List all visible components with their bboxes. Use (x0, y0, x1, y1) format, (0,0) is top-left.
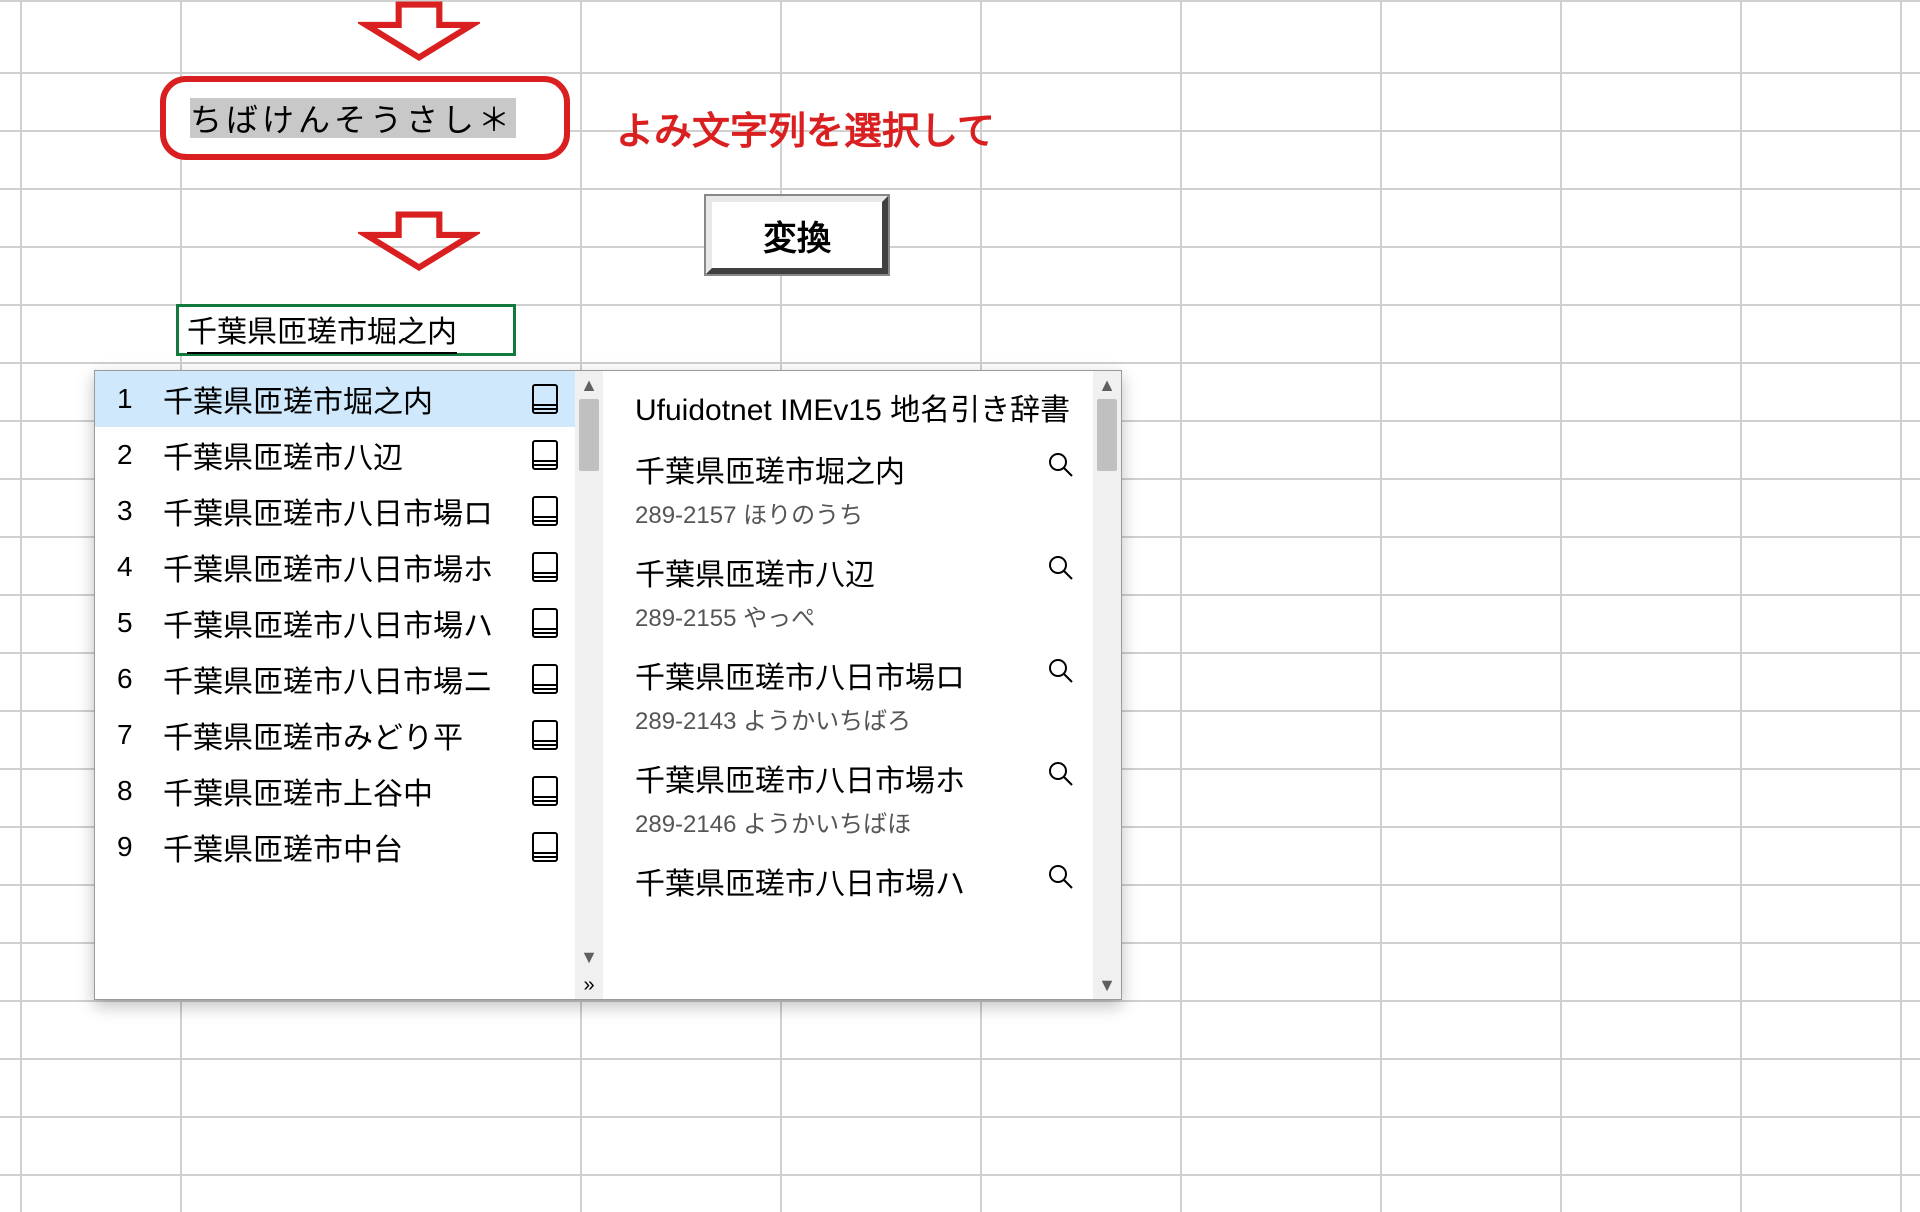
dictionary-entry[interactable]: 千葉県匝瑳市八日市場ホ 289-2146 ようかいちばほ (635, 756, 1075, 839)
scroll-up-icon[interactable]: ▲ (1093, 371, 1121, 399)
dictionary-icon (527, 381, 563, 417)
candidate-item[interactable]: 7千葉県匝瑳市みどり平 (95, 707, 575, 763)
candidate-number: 2 (117, 439, 163, 471)
candidate-item[interactable]: 6千葉県匝瑳市八日市場ニ (95, 651, 575, 707)
indicator-arrow-bottom (358, 210, 480, 272)
candidate-number: 4 (117, 551, 163, 583)
candidate-number: 5 (117, 607, 163, 639)
ime-input-text[interactable]: ちばけんそうさし＊ (190, 98, 516, 138)
candidate-list: 1千葉県匝瑳市堀之内2千葉県匝瑳市八辺3千葉県匝瑳市八日市場ロ4千葉県匝瑳市八日… (95, 371, 575, 999)
candidate-number: 8 (117, 775, 163, 807)
expand-icon[interactable]: » (575, 971, 603, 999)
convert-button-label: 変換 (763, 211, 831, 260)
dictionary-entry-name: 千葉県匝瑳市八日市場ロ (635, 653, 1075, 697)
dictionary-icon (527, 549, 563, 585)
dictionary-icon (527, 605, 563, 641)
ime-candidate-panel: 1千葉県匝瑳市堀之内2千葉県匝瑳市八辺3千葉県匝瑳市八日市場ロ4千葉県匝瑳市八日… (94, 370, 1122, 1000)
candidate-text: 千葉県匝瑳市上谷中 (163, 769, 527, 813)
scroll-thumb[interactable] (1097, 399, 1117, 471)
scroll-track[interactable] (575, 399, 603, 943)
candidate-number: 1 (117, 383, 163, 415)
candidate-item[interactable]: 9千葉県匝瑳市中台 (95, 819, 575, 875)
scroll-down-icon[interactable]: ▼ (1093, 971, 1121, 999)
scroll-track[interactable] (1093, 399, 1121, 971)
candidate-number: 9 (117, 831, 163, 863)
dictionary-entry[interactable]: 千葉県匝瑳市堀之内 289-2157 ほりのうち (635, 447, 1075, 530)
dictionary-entry-name: 千葉県匝瑳市八日市場ホ (635, 756, 1075, 800)
active-cell[interactable]: 千葉県匝瑳市堀之内 (176, 304, 516, 356)
dictionary-entry-name: 千葉県匝瑳市八辺 (635, 550, 1075, 594)
candidate-item[interactable]: 4千葉県匝瑳市八日市場ホ (95, 539, 575, 595)
dictionary-icon (527, 773, 563, 809)
candidate-item[interactable]: 2千葉県匝瑳市八辺 (95, 427, 575, 483)
dictionary-detail-pane: Ufuidotnet IMEv15 地名引き辞書千葉県匝瑳市堀之内 289-215… (603, 371, 1121, 999)
search-icon[interactable] (1047, 863, 1075, 899)
candidate-item[interactable]: 3千葉県匝瑳市八日市場ロ (95, 483, 575, 539)
candidate-number: 3 (117, 495, 163, 527)
dictionary-entry-sub: 289-2146 ようかいちばほ (635, 804, 1075, 839)
candidate-text: 千葉県匝瑳市八日市場ホ (163, 545, 527, 589)
convert-button[interactable]: 変換 (706, 196, 888, 274)
active-cell-text: 千葉県匝瑳市堀之内 (187, 307, 457, 354)
candidate-text: 千葉県匝瑳市八日市場ロ (163, 489, 527, 533)
dictionary-icon (527, 437, 563, 473)
dictionary-entry-sub: 289-2143 ようかいちばろ (635, 701, 1075, 736)
dictionary-icon (527, 829, 563, 865)
dictionary-entry-name: 千葉県匝瑳市堀之内 (635, 447, 1075, 491)
candidate-text: 千葉県匝瑳市みどり平 (163, 713, 527, 757)
candidate-text: 千葉県匝瑳市八日市場ハ (163, 601, 527, 645)
search-icon[interactable] (1047, 760, 1075, 796)
candidate-text: 千葉県匝瑳市八日市場ニ (163, 657, 527, 701)
dictionary-entry-name: 千葉県匝瑳市八日市場ハ (635, 859, 1075, 903)
candidate-number: 7 (117, 719, 163, 751)
dictionary-entry[interactable]: 千葉県匝瑳市八辺 289-2155 やっぺ (635, 550, 1075, 633)
scroll-up-icon[interactable]: ▲ (575, 371, 603, 399)
helper-text: よみ文字列を選択して (616, 100, 995, 155)
detail-scrollbar[interactable]: ▲ ▼ (1093, 371, 1121, 999)
candidate-text: 千葉県匝瑳市堀之内 (163, 377, 527, 421)
candidate-number: 6 (117, 663, 163, 695)
dictionary-icon (527, 717, 563, 753)
ime-input-value: ちばけんそうさし＊ (190, 95, 514, 141)
search-icon[interactable] (1047, 554, 1075, 590)
scroll-thumb[interactable] (579, 399, 599, 471)
input-callout-box: ちばけんそうさし＊ (160, 76, 570, 160)
dictionary-entry-sub: 289-2155 やっぺ (635, 598, 1075, 633)
candidate-item[interactable]: 8千葉県匝瑳市上谷中 (95, 763, 575, 819)
candidate-item[interactable]: 5千葉県匝瑳市八日市場ハ (95, 595, 575, 651)
dictionary-title: Ufuidotnet IMEv15 地名引き辞書 (635, 385, 1075, 429)
candidate-text: 千葉県匝瑳市中台 (163, 825, 527, 869)
candidate-item[interactable]: 1千葉県匝瑳市堀之内 (95, 371, 575, 427)
dictionary-icon (527, 493, 563, 529)
indicator-arrow-top (358, 0, 480, 62)
dictionary-entry-sub: 289-2157 ほりのうち (635, 495, 1075, 530)
scroll-down-icon[interactable]: ▼ (575, 943, 603, 971)
dictionary-entry[interactable]: 千葉県匝瑳市八日市場ロ 289-2143 ようかいちばろ (635, 653, 1075, 736)
dictionary-icon (527, 661, 563, 697)
candidate-text: 千葉県匝瑳市八辺 (163, 433, 527, 477)
search-icon[interactable] (1047, 451, 1075, 487)
dictionary-entry[interactable]: 千葉県匝瑳市八日市場ハ (635, 859, 1075, 903)
search-icon[interactable] (1047, 657, 1075, 693)
candidate-scrollbar[interactable]: ▲ ▼ » (575, 371, 603, 999)
